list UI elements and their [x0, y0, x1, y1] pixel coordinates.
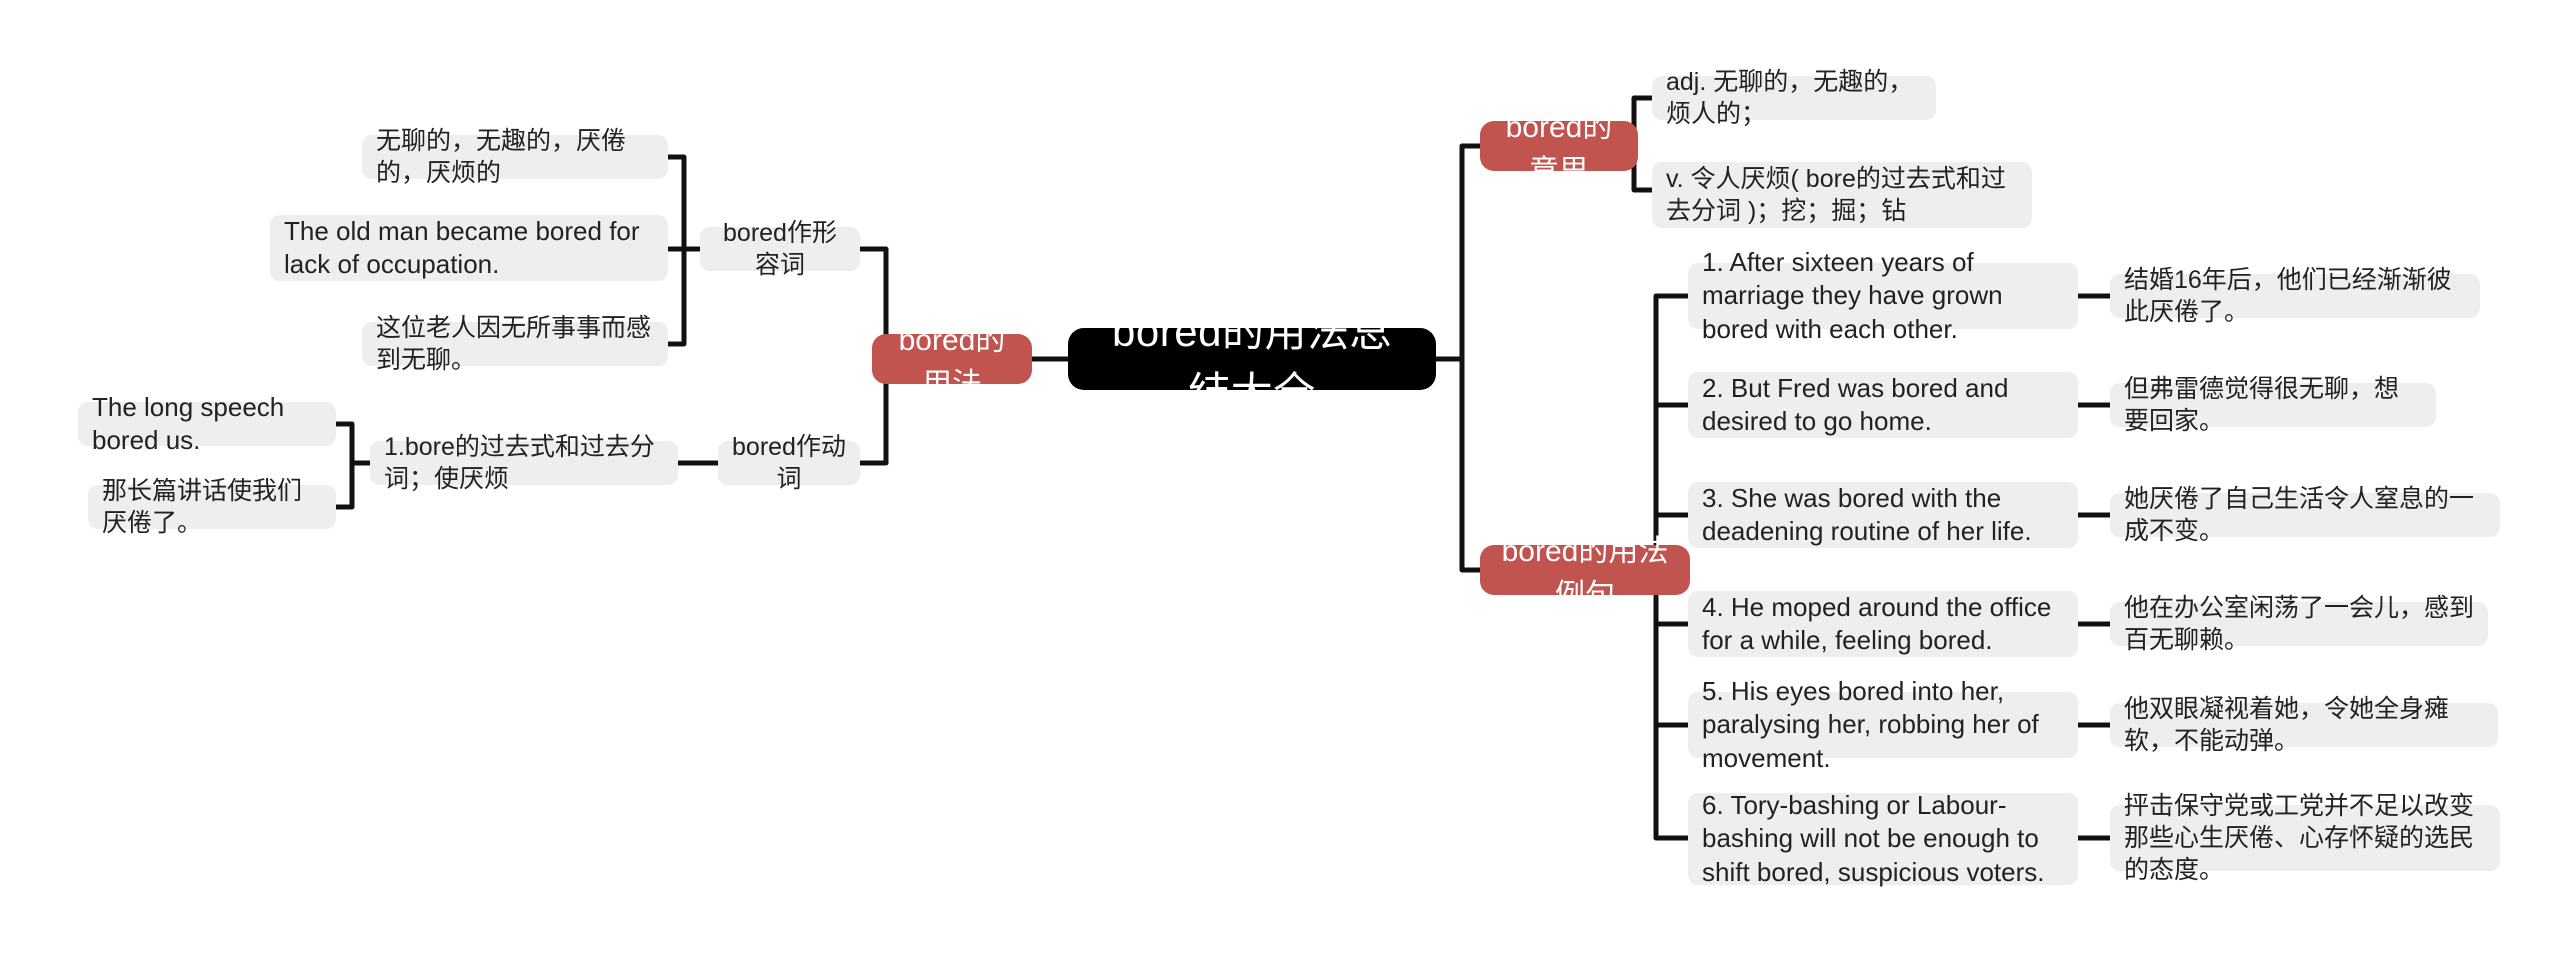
- edge-def-leaf2: [333, 460, 373, 510]
- example-cn-2[interactable]: 她厌倦了自己生活令人窒息的一成不变。: [2110, 485, 2500, 545]
- usage-verb-label: bored作动词: [732, 433, 846, 493]
- edge-def-leaf1: [333, 421, 373, 466]
- example-cn-5[interactable]: 抨击保守党或工党并不足以改变那些心生厌倦、心存怀疑的选民的态度。: [2110, 792, 2500, 884]
- meaning-item-0[interactable]: adj. 无聊的，无趣的，烦人的；: [1652, 68, 1936, 128]
- branch-usage[interactable]: bored的用法: [872, 324, 1032, 401]
- meaning-item-0-label: adj. 无聊的，无趣的，烦人的；: [1666, 68, 1914, 128]
- example-cn-0-label: 结婚16年后，他们已经渐渐彼此厌倦了。: [2124, 266, 2452, 326]
- edge-root-meaning: [1459, 143, 1483, 362]
- meaning-item-1[interactable]: v. 令人厌烦( bore的过去式和过去分词 )；挖；掘；钻: [1652, 162, 2032, 228]
- edge-adj-leaf3: [665, 246, 703, 347]
- root-node[interactable]: bored的用法总结大全: [1068, 308, 1436, 416]
- example-cn-3[interactable]: 他在办公室闲荡了一会儿，感到百无聊赖。: [2110, 594, 2488, 654]
- example-cn-3-label: 他在办公室闲荡了一会儿，感到百无聊赖。: [2124, 594, 2475, 654]
- branch-meaning-label: bored的意思: [1505, 111, 1613, 188]
- usage-verb-item-1-label: 那长篇讲话使我们厌倦了。: [102, 477, 303, 537]
- example-en-0[interactable]: 1. After sixteen years of marriage they …: [1688, 247, 2078, 344]
- usage-verb-item-0[interactable]: The long speech bored us.: [78, 392, 336, 455]
- example-en-3-label: 4. He moped around the office for a whil…: [1702, 591, 2059, 655]
- example-cn-1[interactable]: 但弗雷德觉得很无聊，想要回家。: [2110, 375, 2436, 435]
- example-cn-4[interactable]: 他双眼凝视着她，令她全身瘫软，不能动弹。: [2110, 695, 2498, 755]
- usage-adjective-label: bored作形容词: [723, 219, 837, 279]
- usage-adjective-item-1[interactable]: The old man became bored for lack of occ…: [270, 215, 668, 281]
- branch-usage-label: bored的用法: [898, 324, 1006, 401]
- usage-verb-node[interactable]: bored作动词: [718, 433, 860, 493]
- example-en-2-label: 3. She was bored with the deadening rout…: [1702, 482, 2032, 546]
- example-en-4-label: 5. His eyes bored into her, paralysing h…: [1702, 676, 2047, 773]
- usage-adjective-item-1-label: The old man became bored for lack of occ…: [284, 215, 647, 279]
- edge-root-examples: [1459, 356, 1483, 573]
- example-cn-5-label: 抨击保守党或工党并不足以改变那些心生厌倦、心存怀疑的选民的态度。: [2124, 792, 2475, 884]
- usage-verb-item-0-label: The long speech bored us.: [92, 391, 292, 455]
- example-en-1[interactable]: 2. But Fred was bored and desired to go …: [1688, 372, 2078, 438]
- usage-verb-definition-label: 1.bore的过去式和过去分词；使厌烦: [384, 433, 655, 493]
- branch-meaning[interactable]: bored的意思: [1480, 111, 1638, 188]
- usage-adjective-node[interactable]: bored作形容词: [700, 219, 860, 279]
- example-en-2[interactable]: 3. She was bored with the deadening rout…: [1688, 482, 2078, 548]
- usage-adjective-item-2[interactable]: 这位老人因无所事事而感到无聊。: [362, 314, 668, 374]
- example-en-0-label: 1. After sixteen years of marriage they …: [1702, 247, 2010, 344]
- edge-adj-leaf1: [665, 154, 703, 252]
- usage-verb-definition[interactable]: 1.bore的过去式和过去分词；使厌烦: [370, 433, 678, 493]
- example-en-1-label: 2. But Fred was bored and desired to go …: [1702, 372, 2016, 436]
- example-cn-1-label: 但弗雷德觉得很无聊，想要回家。: [2124, 375, 2400, 435]
- example-cn-4-label: 他双眼凝视着她，令她全身瘫软，不能动弹。: [2124, 695, 2450, 755]
- usage-adjective-item-0-label: 无聊的，无趣的，厌倦的，厌烦的: [376, 127, 627, 187]
- root-node-label: bored的用法总结大全: [1112, 308, 1392, 416]
- usage-verb-item-1[interactable]: 那长篇讲话使我们厌倦了。: [88, 477, 336, 537]
- example-en-4[interactable]: 5. His eyes bored into her, paralysing h…: [1688, 676, 2078, 773]
- example-en-5[interactable]: 6. Tory-bashing or Labour-bashing will n…: [1688, 790, 2078, 887]
- example-cn-2-label: 她厌倦了自己生活令人窒息的一成不变。: [2124, 485, 2475, 545]
- usage-adjective-item-2-label: 这位老人因无所事事而感到无聊。: [376, 314, 652, 374]
- usage-adjective-item-0[interactable]: 无聊的，无趣的，厌倦的，厌烦的: [362, 127, 668, 187]
- branch-examples-label: bored的用法例句: [1501, 535, 1669, 612]
- example-en-3[interactable]: 4. He moped around the office for a whil…: [1688, 591, 2078, 657]
- example-en-5-label: 6. Tory-bashing or Labour-bashing will n…: [1702, 790, 2047, 887]
- mindmap-canvas: bored的用法总结大全 bored的用法 bored的意思 bored的用法例…: [0, 0, 2560, 954]
- branch-examples[interactable]: bored的用法例句: [1480, 535, 1690, 612]
- example-cn-0[interactable]: 结婚16年后，他们已经渐渐彼此厌倦了。: [2110, 266, 2480, 326]
- meaning-item-1-label: v. 令人厌烦( bore的过去式和过去分词 )；挖；掘；钻: [1666, 165, 2006, 225]
